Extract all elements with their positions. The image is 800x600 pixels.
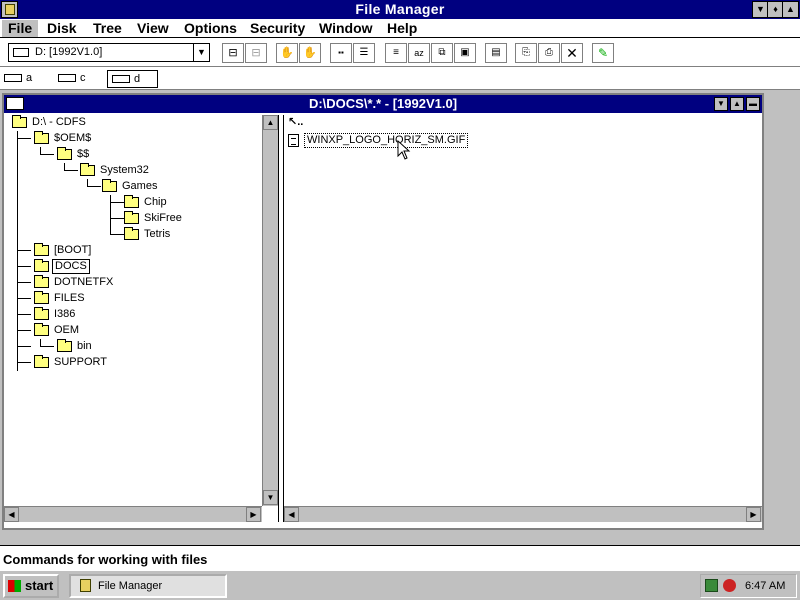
folder-icon — [57, 147, 72, 160]
directory-minimize-button[interactable]: ▼ — [714, 97, 728, 111]
network-icon[interactable] — [705, 579, 718, 592]
title-bar: File Manager ▼ ♦ ▲ — [0, 0, 800, 19]
drive-dropdown[interactable]: D: [1992V1.0] ▼ — [8, 43, 210, 62]
folder-icon — [34, 131, 49, 144]
folder-icon — [34, 275, 49, 288]
connect-network-drive-button[interactable]: ⊟ — [222, 43, 244, 63]
list-view-button[interactable]: ☰ — [353, 43, 375, 63]
tree-vertical-scrollbar[interactable]: ▲ ▼ — [262, 115, 278, 506]
menu-help[interactable]: Help — [381, 20, 423, 37]
status-bar: Commands for working with files — [0, 545, 800, 569]
folder-icon — [34, 355, 49, 368]
sort-by-size-button[interactable]: ⧉ — [431, 43, 453, 63]
maximize-button[interactable]: ▲ — [782, 1, 799, 18]
folder-icon — [80, 163, 95, 176]
new-window-button[interactable]: ▤ — [485, 43, 507, 63]
folder-icon — [102, 179, 117, 192]
cdrom-drive-icon — [112, 75, 130, 83]
menu-options[interactable]: Options — [178, 20, 243, 37]
windows-flag-icon — [8, 580, 21, 592]
copy-button[interactable]: ⎘ — [515, 43, 537, 63]
menu-bar: File Disk Tree View Options Security Win… — [0, 19, 800, 38]
folder-icon — [124, 227, 139, 240]
scroll-up-arrow-icon[interactable]: ▲ — [263, 115, 278, 130]
folder-open-icon — [12, 115, 27, 128]
scroll-left-arrow-icon[interactable]: ◀ — [284, 507, 299, 522]
menu-file[interactable]: File — [2, 20, 39, 37]
window-title: File Manager — [355, 1, 445, 17]
scroll-right-arrow-icon[interactable]: ▶ — [746, 507, 761, 522]
scroll-down-arrow-icon[interactable]: ▼ — [263, 490, 278, 505]
sort-by-date-button[interactable]: ▣ — [454, 43, 476, 63]
file-list-horizontal-scrollbar[interactable]: ◀ ▶ — [284, 506, 762, 522]
scroll-right-arrow-icon[interactable]: ▶ — [246, 507, 261, 522]
drive-a[interactable]: a — [0, 70, 40, 88]
sort-by-type-button[interactable]: az — [408, 43, 430, 63]
large-icons-view-button[interactable]: ▪▪ — [330, 43, 352, 63]
chevron-down-icon[interactable]: ▼ — [193, 44, 209, 61]
file-manager-icon — [80, 579, 91, 592]
move-button[interactable]: ⎙ — [538, 43, 560, 63]
drive-c[interactable]: c — [54, 70, 98, 88]
taskbar: start File Manager 6:47 AM — [0, 570, 800, 600]
sort-by-name-button[interactable]: ≡ — [385, 43, 407, 63]
drive-bar: a c d — [0, 68, 800, 90]
directory-window-title: D:\DOCS\*.* - [1992V1.0] — [308, 96, 458, 111]
directory-window-title-bar: D:\DOCS\*.* - [1992V1.0] ▼ ▲ ▬ — [4, 95, 762, 113]
mouse-cursor-icon — [397, 140, 411, 160]
drive-dropdown-value: D: [1992V1.0] — [35, 46, 103, 58]
folder-icon — [34, 307, 49, 320]
clock[interactable]: 6:47 AM — [745, 575, 785, 597]
parent-directory-icon[interactable]: ↖.. — [288, 115, 303, 128]
folder-icon — [34, 243, 49, 256]
directory-maximize-button[interactable]: ▲ — [730, 97, 744, 111]
system-tray: 6:47 AM — [700, 574, 797, 598]
file-list: ↖.. WINXP_LOGO_HORIZ_SM.GIF — [284, 115, 762, 506]
menu-disk[interactable]: Disk — [41, 20, 83, 37]
menu-tree[interactable]: Tree — [87, 20, 128, 37]
directory-close-button[interactable]: ▬ — [746, 97, 760, 111]
directory-window: D:\DOCS\*.* - [1992V1.0] ▼ ▲ ▬ D:\ - CDF… — [2, 93, 764, 530]
folder-icon — [124, 195, 139, 208]
taskbar-item-file-manager[interactable]: File Manager — [69, 574, 227, 598]
folder-open-icon — [34, 259, 49, 272]
folder-icon — [34, 323, 49, 336]
folder-icon — [57, 339, 72, 352]
menu-view[interactable]: View — [131, 20, 175, 37]
stop-sharing-button[interactable]: ✋ — [299, 43, 321, 63]
security-shield-icon[interactable] — [723, 579, 736, 592]
disconnect-network-drive-button[interactable]: ⊟ — [245, 43, 267, 63]
drive-d[interactable]: d — [107, 70, 158, 88]
status-text: Commands for working with files — [3, 552, 208, 567]
toolbar: D: [1992V1.0] ▼ ⊟ ⊟ ✋ ✋ ▪▪ ☰ ≡ az ⧉ ▣ ▤ … — [0, 39, 800, 67]
share-as-button[interactable]: ✋ — [276, 43, 298, 63]
cdrom-drive-icon — [13, 48, 29, 57]
menu-window[interactable]: Window — [313, 20, 379, 37]
floppy-drive-icon — [4, 74, 22, 82]
folder-icon — [124, 211, 139, 224]
directory-tree: D:\ - CDFS $OEM$ $$ System32 Games Chip … — [4, 115, 262, 506]
hard-drive-icon — [58, 74, 76, 82]
menu-security[interactable]: Security — [244, 20, 311, 37]
document-icon — [288, 134, 299, 147]
scroll-left-arrow-icon[interactable]: ◀ — [4, 507, 19, 522]
folder-icon — [34, 291, 49, 304]
run-button[interactable]: ✎ — [592, 43, 614, 63]
tree-horizontal-scrollbar[interactable]: ◀ ▶ — [4, 506, 262, 522]
start-button[interactable]: start — [3, 574, 59, 598]
delete-button[interactable]: ✕ — [561, 43, 583, 63]
